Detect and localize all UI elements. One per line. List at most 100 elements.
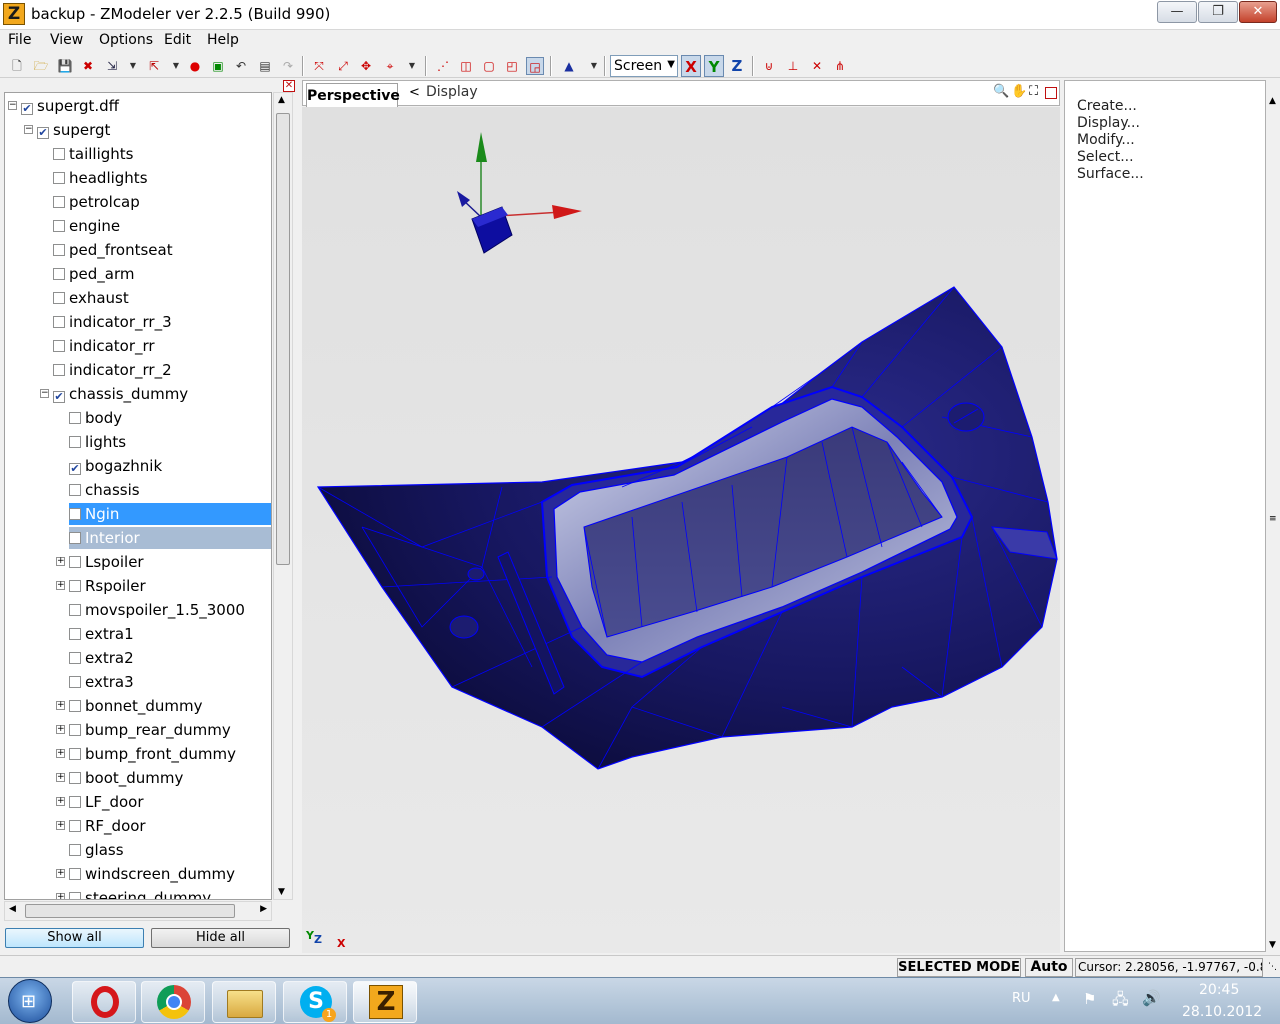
- maximize-button[interactable]: ❐: [1198, 1, 1238, 23]
- tree-item[interactable]: ✔ supergt: [37, 119, 114, 141]
- tree-scroll-thumb[interactable]: [276, 113, 290, 565]
- checkbox[interactable]: [53, 340, 65, 352]
- checkbox[interactable]: [53, 364, 65, 376]
- checkbox[interactable]: [53, 196, 65, 208]
- open-folder-icon[interactable]: 🗁: [32, 57, 50, 75]
- tree-item[interactable]: steering_dummy: [69, 887, 215, 899]
- nav-back-button[interactable]: <: [409, 85, 420, 100]
- collapse-icon[interactable]: −: [8, 101, 17, 110]
- tab-perspective[interactable]: Perspective: [306, 83, 400, 107]
- export-dropdown-icon[interactable]: ▼: [167, 57, 185, 75]
- move-icon[interactable]: ✥: [357, 57, 375, 75]
- checkbox[interactable]: [69, 556, 81, 568]
- network-icon[interactable]: 🖧: [1112, 989, 1129, 1014]
- tree-item[interactable]: ✔ bogazhnik: [69, 455, 166, 477]
- expand-icon[interactable]: +: [56, 581, 65, 590]
- checkbox[interactable]: [69, 748, 81, 760]
- checkbox[interactable]: [69, 604, 81, 616]
- tree-item[interactable]: Lspoiler: [69, 551, 148, 573]
- menu-options[interactable]: Options: [99, 32, 153, 48]
- axis-dropdown-icon[interactable]: ▼: [585, 57, 603, 75]
- tree-item[interactable]: lights: [69, 431, 130, 453]
- axis-y-toggle[interactable]: Y: [704, 55, 724, 77]
- taskbar-zmodeler[interactable]: Z: [353, 981, 417, 1023]
- clock-time[interactable]: 20:45: [1199, 982, 1239, 998]
- tree-item[interactable]: bonnet_dummy: [69, 695, 206, 717]
- tree-item[interactable]: windscreen_dummy: [69, 863, 239, 885]
- snap-vertex-icon[interactable]: ✕: [808, 57, 826, 75]
- tree-item[interactable]: indicator_rr_3: [53, 311, 176, 333]
- object-tree[interactable]: − ✔ supergt.dff − ✔ supergt taillights headligh…: [4, 92, 272, 900]
- expand-icon[interactable]: +: [56, 749, 65, 758]
- tree-item[interactable]: body: [69, 407, 126, 429]
- checkbox[interactable]: [53, 148, 65, 160]
- checked-checkbox[interactable]: ✔: [53, 391, 65, 403]
- tree-item[interactable]: Rspoiler: [69, 575, 150, 597]
- group-mode-icon[interactable]: ◰: [503, 57, 521, 75]
- command-panel-scrollbar[interactable]: ▲ ≡ ▼: [1266, 80, 1280, 952]
- selected-mode-indicator[interactable]: SELECTED MODE: [897, 958, 1021, 977]
- face-mode-icon[interactable]: ◫: [457, 57, 475, 75]
- checkbox[interactable]: [69, 436, 81, 448]
- tree-item[interactable]: movspoiler_1.5_3000: [69, 599, 249, 621]
- checkbox[interactable]: [69, 820, 81, 832]
- expand-icon[interactable]: +: [56, 701, 65, 710]
- zmodeler-app-icon[interactable]: Z: [3, 3, 25, 25]
- tree-item[interactable]: bump_front_dummy: [69, 743, 240, 765]
- close-hierarchy-icon[interactable]: ✕: [283, 80, 295, 92]
- record-icon[interactable]: ●: [186, 57, 204, 75]
- notes-icon[interactable]: ▤: [256, 57, 274, 75]
- menu-edit[interactable]: Edit: [164, 32, 191, 48]
- taskbar-skype[interactable]: S 1: [283, 981, 347, 1023]
- collapse-icon[interactable]: −: [24, 125, 33, 134]
- checkbox[interactable]: [53, 220, 65, 232]
- tree-item[interactable]: petrolcap: [53, 191, 144, 213]
- tree-item[interactable]: RF_door: [69, 815, 150, 837]
- tree-item[interactable]: taillights: [53, 143, 137, 165]
- checkbox[interactable]: [69, 844, 81, 856]
- checkbox[interactable]: [69, 412, 81, 424]
- scroll-down-icon[interactable]: ▼: [1269, 940, 1276, 950]
- hide-all-button[interactable]: Hide all: [151, 928, 290, 948]
- checkbox[interactable]: [69, 892, 81, 899]
- checked-checkbox[interactable]: ✔: [21, 103, 33, 115]
- checkbox[interactable]: [53, 172, 65, 184]
- checkbox[interactable]: [69, 868, 81, 880]
- scene-mode-icon[interactable]: ◲: [526, 57, 544, 75]
- tree-item[interactable]: chassis: [69, 479, 144, 501]
- undo-icon[interactable]: ↶: [232, 57, 250, 75]
- tree-item[interactable]: extra1: [69, 623, 138, 645]
- tree-item[interactable]: glass: [69, 839, 128, 861]
- tree-item[interactable]: indicator_rr: [53, 335, 159, 357]
- fit-view-icon[interactable]: ⛶: [1029, 84, 1038, 99]
- auto-indicator[interactable]: Auto: [1025, 958, 1073, 977]
- tree-item[interactable]: extra2: [69, 647, 138, 669]
- expand-icon[interactable]: +: [56, 797, 65, 806]
- taskbar-opera[interactable]: [72, 981, 136, 1023]
- checked-checkbox[interactable]: ✔: [69, 463, 81, 475]
- taskbar-chrome[interactable]: [141, 981, 205, 1023]
- checkbox[interactable]: [69, 628, 81, 640]
- checkbox[interactable]: [69, 796, 81, 808]
- checkbox[interactable]: [69, 580, 81, 592]
- surface-menu-item[interactable]: Surface...: [1077, 166, 1144, 182]
- action-center-flag-icon[interactable]: ⚑: [1083, 990, 1096, 1008]
- scroll-right-icon[interactable]: ▶: [260, 904, 267, 914]
- expand-icon[interactable]: +: [56, 557, 65, 566]
- save-icon[interactable]: 💾: [56, 57, 74, 75]
- tree-item[interactable]: engine: [53, 215, 124, 237]
- scroll-down-icon[interactable]: ▼: [278, 887, 285, 897]
- tree-item[interactable]: ped_arm: [53, 263, 138, 285]
- display-menu-item[interactable]: Display...: [1077, 115, 1140, 131]
- taskbar-explorer[interactable]: [212, 981, 276, 1023]
- select-vertex-icon[interactable]: ⤧: [310, 57, 328, 75]
- coordinate-space-select[interactable]: Screen ▼: [610, 55, 678, 77]
- checkbox[interactable]: [69, 532, 81, 544]
- expand-icon[interactable]: +: [56, 773, 65, 782]
- menu-help[interactable]: Help: [207, 32, 239, 48]
- vertex-mode-icon[interactable]: ⋰: [434, 57, 452, 75]
- show-hidden-icons[interactable]: ▲: [1052, 992, 1060, 1003]
- tree-hscroll-thumb[interactable]: [25, 904, 235, 918]
- tree-item[interactable]: ped_frontseat: [53, 239, 177, 261]
- scroll-left-icon[interactable]: ◀: [9, 904, 16, 914]
